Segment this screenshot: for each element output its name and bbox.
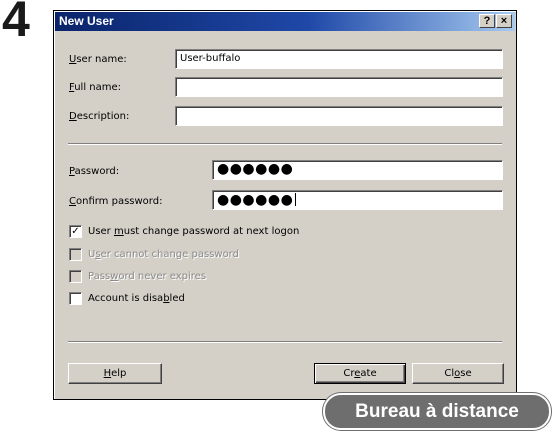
new-user-dialog: New User ? × User name: User-buffalo Ful… xyxy=(53,10,517,400)
remote-desktop-badge: Bureau à distance xyxy=(323,393,551,430)
title-bar[interactable]: New User ? × xyxy=(55,12,515,31)
checkbox-account-disabled[interactable] xyxy=(69,292,82,305)
confirm-password-label: Confirm password: xyxy=(69,196,163,207)
password-label: Password: xyxy=(69,166,120,177)
dialog-title: New User xyxy=(59,14,114,28)
option-account-disabled[interactable]: Account is disabled xyxy=(69,292,185,306)
option-cannot-change-password[interactable]: User cannot change password xyxy=(69,248,239,262)
close-icon[interactable]: × xyxy=(496,14,512,28)
step-number: 4 xyxy=(2,0,30,47)
help-button[interactable]: Help xyxy=(68,363,162,384)
option-password-never-expires[interactable]: Password never expires xyxy=(69,270,206,284)
username-input[interactable]: User-buffalo xyxy=(175,49,503,69)
password-input[interactable]: ●●●●●● xyxy=(212,160,503,180)
description-input[interactable] xyxy=(175,106,503,126)
create-button[interactable]: Create xyxy=(314,363,406,384)
separator-bottom xyxy=(68,341,502,343)
fullname-label: Full name: xyxy=(69,82,122,93)
username-label: User name: xyxy=(69,54,127,65)
help-question-icon[interactable]: ? xyxy=(479,14,495,28)
description-label: Description: xyxy=(69,111,130,122)
close-button[interactable]: Close xyxy=(412,363,504,384)
checkbox-must-change[interactable]: ✓ xyxy=(69,225,82,238)
text-caret xyxy=(295,193,297,206)
fullname-input[interactable] xyxy=(175,77,503,97)
confirm-password-input[interactable]: ●●●●●● xyxy=(212,190,503,210)
checkbox-never-expires[interactable] xyxy=(69,270,82,283)
separator-top xyxy=(68,143,502,145)
option-must-change-password[interactable]: ✓ User must change password at next logon xyxy=(69,225,299,239)
checkbox-cannot-change[interactable] xyxy=(69,248,82,261)
